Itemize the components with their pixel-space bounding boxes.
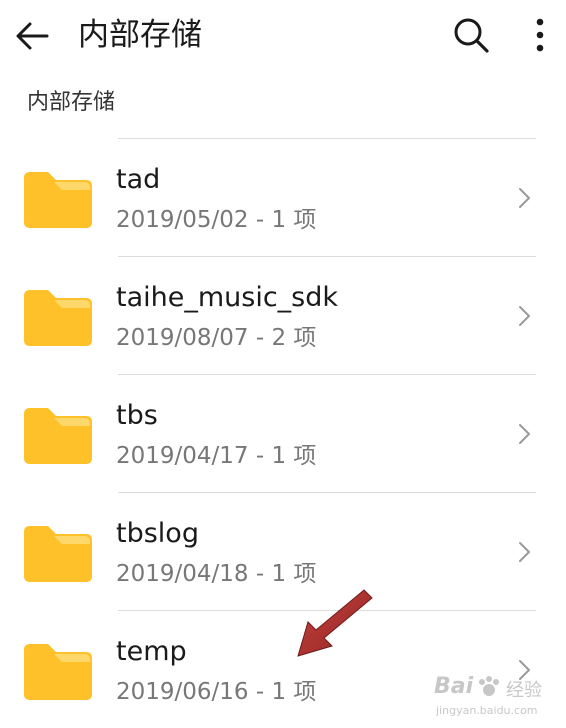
search-icon xyxy=(454,18,489,53)
arrow-left-icon xyxy=(16,22,49,50)
watermark-url: jingyan.baidu.com xyxy=(436,704,538,717)
divider xyxy=(118,374,536,375)
more-options-button[interactable] xyxy=(520,12,560,58)
annotation-arrow-icon xyxy=(297,589,373,657)
file-name: tbs xyxy=(116,400,158,431)
folder-icon xyxy=(24,408,92,464)
divider xyxy=(118,138,536,139)
file-name: tbslog xyxy=(116,518,199,549)
chevron-right-icon xyxy=(519,188,530,208)
divider xyxy=(118,492,536,493)
app-bar: 内部存储 xyxy=(0,0,566,72)
chevron-right-icon xyxy=(519,424,530,444)
file-list: tad 2019/05/02 - 1 项 taihe_music_sdk 201… xyxy=(0,138,566,728)
file-meta: 2019/06/16 - 1 项 xyxy=(116,679,317,705)
page-title: 内部存储 xyxy=(78,17,202,53)
watermark-brand: Bai xyxy=(434,674,474,699)
folder-icon xyxy=(24,644,92,700)
watermark-logo: Bai 经验 jingyan.baidu.com xyxy=(432,672,562,722)
folder-icon xyxy=(24,172,92,228)
file-meta: 2019/08/07 - 2 项 xyxy=(116,325,317,351)
paw-icon xyxy=(479,676,499,696)
list-item[interactable]: tbs 2019/04/17 - 1 项 xyxy=(0,374,566,492)
file-name: taihe_music_sdk xyxy=(116,282,339,313)
chevron-right-icon xyxy=(519,542,530,562)
file-name: tad xyxy=(116,164,161,195)
file-meta: 2019/05/02 - 1 项 xyxy=(116,207,317,233)
breadcrumb[interactable]: 内部存储 xyxy=(27,88,115,118)
back-button[interactable] xyxy=(12,16,52,56)
file-name: temp xyxy=(116,636,187,667)
divider xyxy=(118,256,536,257)
watermark-brand-cn: 经验 xyxy=(506,680,542,701)
search-button[interactable] xyxy=(448,12,494,58)
folder-icon xyxy=(24,526,92,582)
file-meta: 2019/04/18 - 1 项 xyxy=(116,561,317,587)
list-item[interactable]: tad 2019/05/02 - 1 项 xyxy=(0,138,566,256)
list-item[interactable]: taihe_music_sdk 2019/08/07 - 2 项 xyxy=(0,256,566,374)
file-meta: 2019/04/17 - 1 项 xyxy=(116,443,317,469)
list-item[interactable]: tbslog 2019/04/18 - 1 项 xyxy=(0,492,566,610)
chevron-right-icon xyxy=(519,306,530,326)
folder-icon xyxy=(24,290,92,346)
more-vertical-icon xyxy=(536,18,544,52)
